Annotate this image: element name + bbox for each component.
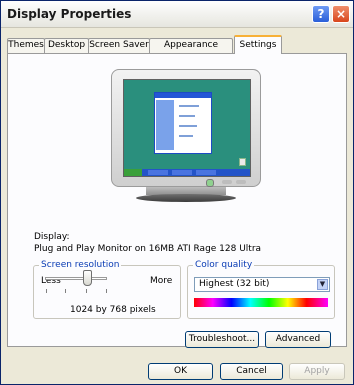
display-device-name: Plug and Play Monitor on 16MB ATI Rage 1… <box>34 244 262 254</box>
resolution-slider-track[interactable] <box>45 277 107 280</box>
power-led <box>206 179 214 187</box>
tab-themes[interactable]: Themes <box>7 38 45 53</box>
apply-button[interactable]: Apply <box>289 363 345 380</box>
help-button[interactable]: ? <box>312 5 330 23</box>
preview-taskbar <box>124 169 250 176</box>
troubleshoot-button[interactable]: Troubleshoot... <box>185 331 259 348</box>
tab-label: Screen Saver <box>89 40 149 50</box>
monitor-base <box>136 194 236 202</box>
tab-label: Appearance <box>163 40 219 50</box>
resolution-slider-thumb[interactable] <box>83 270 92 286</box>
troubleshoot-label: Troubleshoot... <box>188 334 256 344</box>
color-quality-value: Highest (32 bit) <box>199 279 270 289</box>
color-spectrum-bar <box>194 298 328 307</box>
tab-label: Desktop <box>47 40 86 50</box>
screen-resolution-title: Screen resolution <box>39 260 122 270</box>
chevron-down-icon[interactable]: ▼ <box>317 279 328 290</box>
cancel-button[interactable]: Cancel <box>220 363 283 380</box>
display-label: Display: <box>34 232 70 242</box>
more-label: More <box>150 276 173 286</box>
ok-button[interactable]: OK <box>148 363 213 380</box>
recycle-bin-icon <box>239 158 246 166</box>
resolution-value: 1024 by 768 pixels <box>70 305 156 315</box>
help-icon: ? <box>317 7 325 21</box>
desktop-preview <box>123 79 251 177</box>
window-title: Display Properties <box>7 7 132 21</box>
close-button[interactable]: × <box>332 5 350 23</box>
monitor-button <box>222 180 232 184</box>
title-bar[interactable]: Display Properties ? × <box>1 1 353 28</box>
color-quality-select[interactable]: Highest (32 bit) ▼ <box>194 277 330 292</box>
cancel-label: Cancel <box>236 366 267 376</box>
monitor-button <box>236 180 246 184</box>
tab-settings[interactable]: Settings <box>234 35 282 54</box>
start-button-preview <box>124 169 142 176</box>
close-icon: × <box>335 7 347 21</box>
tab-desktop[interactable]: Desktop <box>44 38 89 53</box>
tab-appearance[interactable]: Appearance <box>149 38 233 53</box>
advanced-label: Advanced <box>275 334 321 344</box>
tab-screen-saver[interactable]: Screen Saver <box>88 38 150 53</box>
color-quality-title: Color quality <box>193 260 255 270</box>
ok-label: OK <box>174 366 187 376</box>
display-properties-window: Display Properties ? × Themes Desktop Sc… <box>0 0 354 385</box>
tab-label: Settings <box>239 40 277 50</box>
advanced-button[interactable]: Advanced <box>265 331 331 348</box>
apply-label: Apply <box>304 366 330 376</box>
preview-window <box>154 92 212 154</box>
monitor-preview <box>111 69 261 187</box>
color-quality-group: Color quality <box>187 260 335 319</box>
tab-label: Themes <box>8 40 44 50</box>
